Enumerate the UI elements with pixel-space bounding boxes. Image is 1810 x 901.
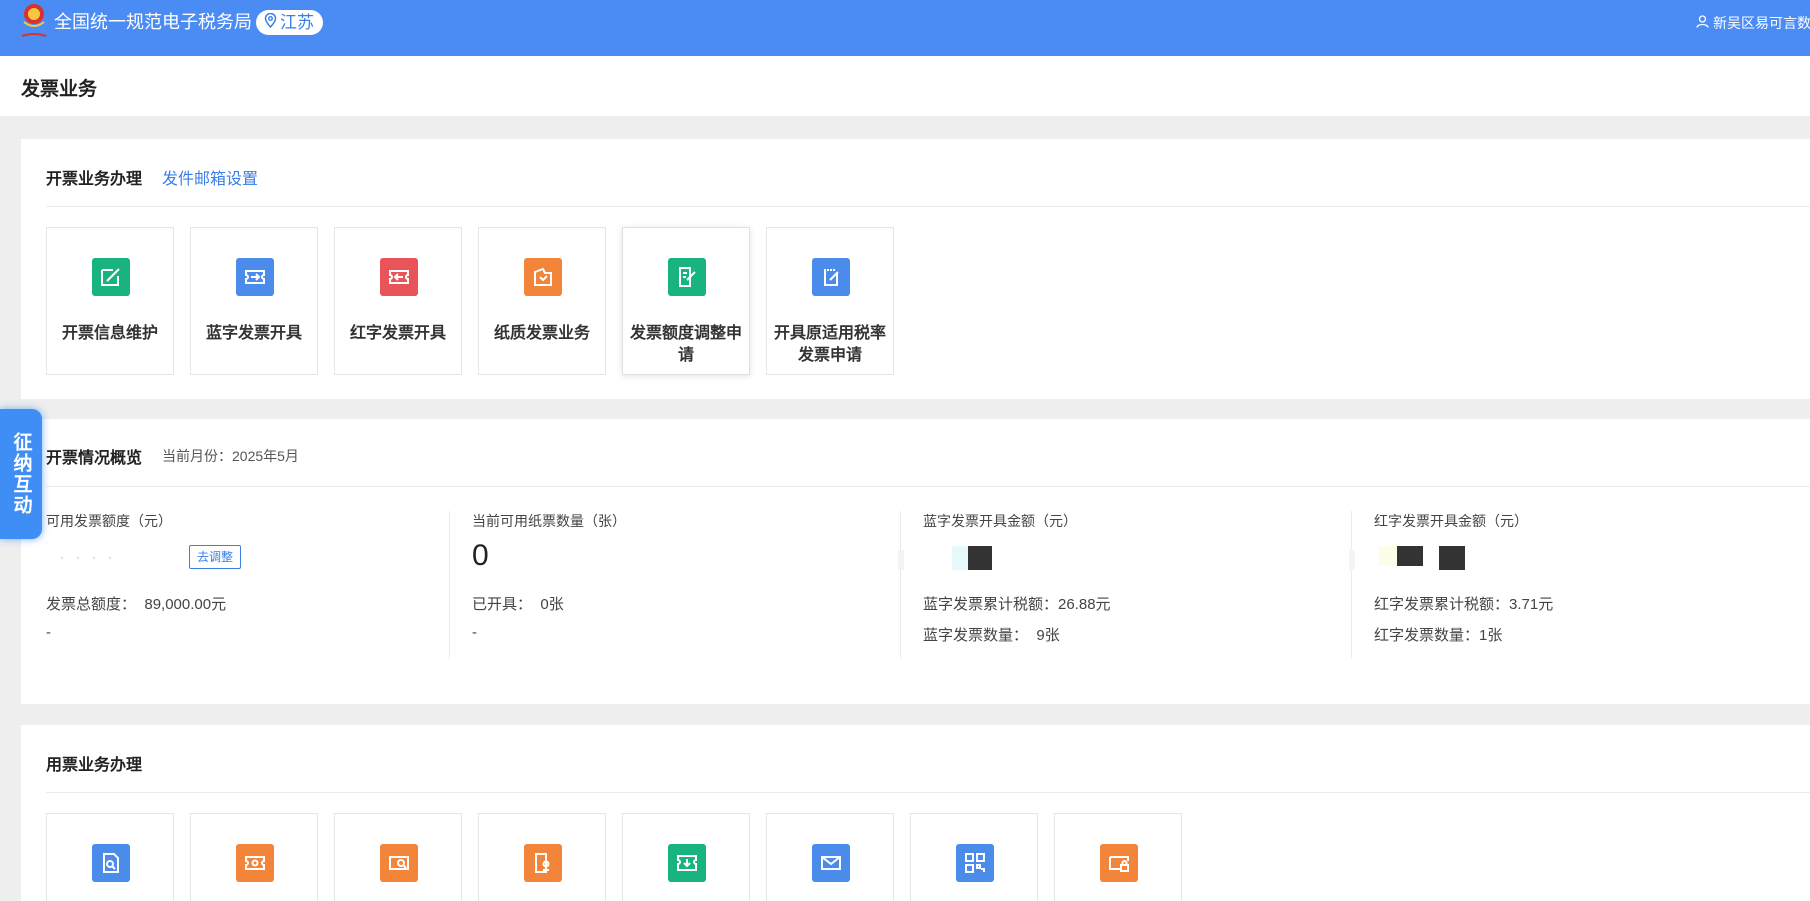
invoice-search-icon [92, 844, 130, 882]
tax-rate-apply-icon [812, 258, 850, 296]
tax-bureau-logo[interactable] [18, 2, 50, 42]
column-separator [449, 511, 450, 659]
tile-ticket-search[interactable] [334, 813, 462, 901]
tile-ticket[interactable] [190, 813, 318, 901]
stat-label: 当前可用纸票数量（张） [472, 513, 626, 529]
issuing-section: 开票业务办理 发件邮箱设置 开票信息维护 蓝字发票开具 红字发票开具 纸质发票业… [21, 139, 1810, 399]
stat-label: 蓝字发票开具金额（元） [923, 513, 1077, 529]
paper-count-value: 0 [472, 539, 489, 572]
masked-value [1349, 544, 1489, 570]
tile-label: 发票额度调整申请 [629, 325, 742, 364]
red-tax-total: 红字发票累计税额：3.71元 [1374, 596, 1554, 613]
stat-label: 红字发票开具金额（元） [1374, 513, 1528, 529]
usage-section: 用票业务办理 [21, 725, 1810, 901]
tile-label: 红字发票开具 [349, 325, 446, 342]
tile-label: 纸质发票业务 [493, 325, 590, 342]
quota-apply-icon [668, 258, 706, 296]
red-invoice-count: 红字发票数量：1张 [1374, 627, 1503, 644]
tile-quota-adjust-apply[interactable]: 发票额度调整申请 [622, 227, 750, 375]
current-month: 当前月份：2025年5月 [162, 448, 299, 464]
user-menu[interactable]: 新吴区易可言数 [1696, 14, 1810, 32]
ticket-in-icon [236, 258, 274, 296]
divider [46, 792, 1810, 793]
paper-issued: 已开具： 0张 [472, 596, 564, 613]
qrcode-icon [956, 844, 994, 882]
top-bar: 全国统一规范电子税务局 江苏 新吴区易可言数 [0, 0, 1810, 56]
masked-value [898, 544, 1018, 570]
region-label: 江苏 [280, 13, 314, 32]
page-title: 发票业务 [21, 79, 98, 100]
region-selector[interactable]: 江苏 [256, 10, 323, 35]
ticket-icon [236, 844, 274, 882]
masked-value [54, 544, 154, 568]
invoice-download-icon [668, 844, 706, 882]
page-header [0, 56, 1810, 116]
tile-ticket-lock[interactable] [1054, 813, 1182, 901]
user-icon [1696, 14, 1709, 32]
tile-invoice-stamp[interactable] [478, 813, 606, 901]
divider [46, 486, 1810, 487]
paper-invoice-icon [524, 258, 562, 296]
stat-blue-amount: 蓝字发票开具金额（元） 蓝字发票累计税额：26.88元 蓝字发票数量： 9张 [898, 511, 1373, 661]
column-separator [1351, 511, 1352, 659]
tile-original-tax-rate-apply[interactable]: 开具原适用税率发票申请 [766, 227, 894, 375]
tile-qrcode[interactable] [910, 813, 1038, 901]
overview-section-title: 开票情况概览 [46, 450, 143, 467]
mail-icon [812, 844, 850, 882]
tile-label: 蓝字发票开具 [205, 325, 302, 342]
blue-invoice-count: 蓝字发票数量： 9张 [923, 627, 1060, 644]
column-separator [900, 511, 901, 659]
tile-paper-invoice[interactable]: 纸质发票业务 [478, 227, 606, 375]
usage-section-title: 用票业务办理 [46, 757, 143, 774]
site-title: 全国统一规范电子税务局 [54, 12, 252, 32]
tile-red-invoice-issue[interactable]: 红字发票开具 [334, 227, 462, 375]
mail-settings-link[interactable]: 发件邮箱设置 [162, 165, 258, 189]
side-tab-label: 征纳互动 [10, 432, 32, 516]
location-pin-icon [264, 10, 277, 35]
ticket-out-icon [380, 258, 418, 296]
stat-available-quota: 可用发票额度（元） 去调整 发票总额度： 89,000.00元 - [46, 511, 496, 661]
tile-invoice-query[interactable] [46, 813, 174, 901]
tile-label: 开具原适用税率发票申请 [773, 325, 886, 364]
ticket-lock-icon [1100, 844, 1138, 882]
overview-section: 开票情况概览 当前月份：2025年5月 可用发票额度（元） 去调整 发票总额度：… [21, 419, 1810, 704]
blue-tax-total: 蓝字发票累计税额：26.88元 [923, 596, 1111, 613]
tile-mail[interactable] [766, 813, 894, 901]
tile-invoice-download[interactable] [622, 813, 750, 901]
user-name: 新吴区易可言数 [1713, 15, 1810, 31]
tile-invoice-info-maintenance[interactable]: 开票信息维护 [46, 227, 174, 375]
stat-red-amount: 红字发票开具金额（元） 红字发票累计税额：3.71元 红字发票数量：1张 [1349, 511, 1810, 661]
issuing-section-title: 开票业务办理 [46, 171, 143, 188]
stat-paper-count: 当前可用纸票数量（张） 0 已开具： 0张 - [449, 511, 922, 661]
adjust-quota-button[interactable]: 去调整 [189, 545, 241, 569]
interaction-side-tab[interactable]: 征纳互动 [0, 409, 42, 539]
tile-label: 开票信息维护 [61, 325, 158, 342]
ticket-search-icon [380, 844, 418, 882]
edit-icon [92, 258, 130, 296]
stat-label: 可用发票额度（元） [46, 513, 172, 529]
invoice-stamp-icon [524, 844, 562, 882]
paper-extra: - [472, 624, 477, 641]
tile-blue-invoice-issue[interactable]: 蓝字发票开具 [190, 227, 318, 375]
divider [46, 206, 1810, 207]
quota-extra: - [46, 624, 51, 641]
total-quota: 发票总额度： 89,000.00元 [46, 596, 227, 613]
